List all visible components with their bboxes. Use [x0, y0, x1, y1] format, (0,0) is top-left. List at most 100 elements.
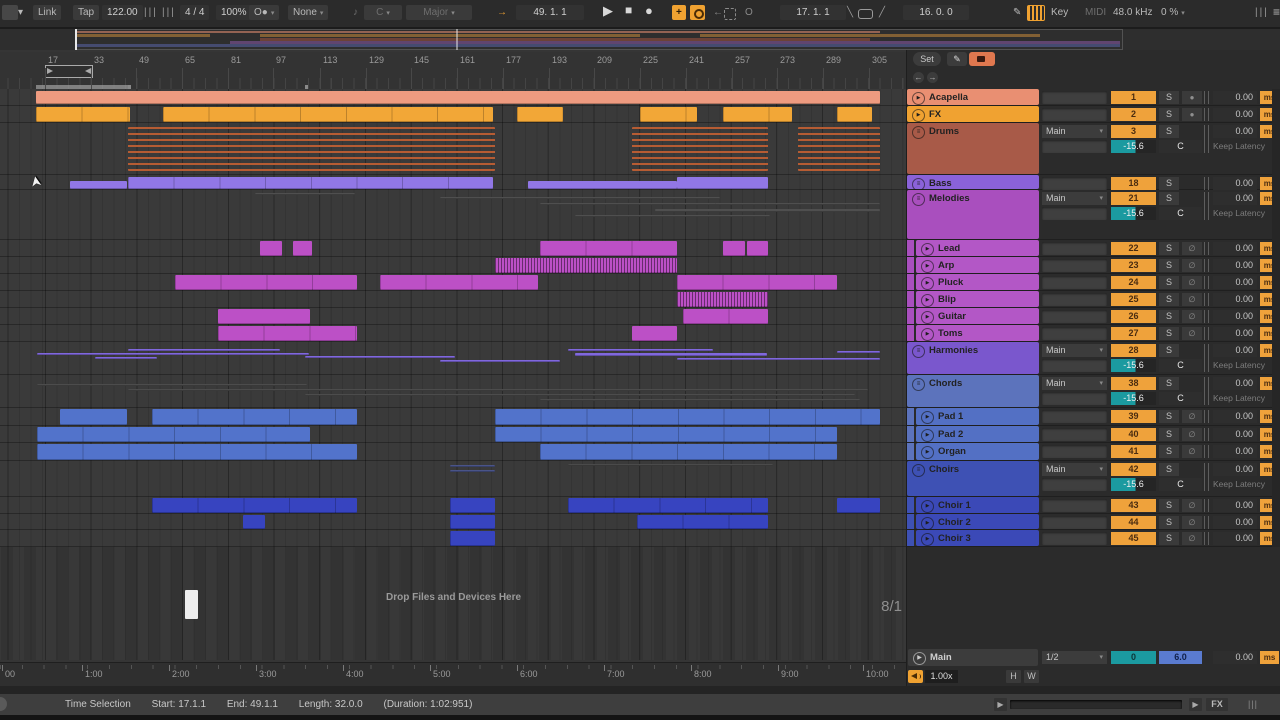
- metronome-button[interactable]: O●▾: [249, 5, 279, 20]
- group-volume-slider[interactable]: [1042, 140, 1107, 153]
- clip[interactable]: [677, 275, 837, 290]
- play-button[interactable]: ▶: [598, 3, 618, 18]
- warp-speed-field[interactable]: 1.00x: [925, 670, 958, 683]
- clip[interactable]: [450, 470, 495, 472]
- volume-slider[interactable]: [1042, 259, 1107, 272]
- track-play-icon[interactable]: ▶: [921, 328, 934, 341]
- group-volume-slider[interactable]: [1042, 392, 1107, 405]
- clip[interactable]: [218, 309, 310, 324]
- solo-button[interactable]: S: [1159, 428, 1179, 441]
- clip-lane-choirs[interactable]: [0, 461, 906, 497]
- clip[interactable]: [540, 444, 837, 460]
- group-fold-icon[interactable]: ≡: [912, 193, 925, 206]
- volume-slider[interactable]: [1042, 276, 1107, 289]
- output-routing-menu[interactable]: Main▾: [1042, 192, 1107, 205]
- scale-icon[interactable]: ♪: [348, 5, 363, 20]
- solo-button[interactable]: S: [1159, 276, 1179, 289]
- clip[interactable]: [637, 515, 768, 529]
- info-view-toggle[interactable]: [0, 697, 7, 711]
- overview-view-box[interactable]: [75, 29, 1123, 50]
- volume-slider[interactable]: [1042, 428, 1107, 441]
- arm-button[interactable]: ∅: [1182, 532, 1202, 545]
- group-fold-icon[interactable]: ≡: [912, 178, 925, 191]
- overdub-button[interactable]: +: [672, 5, 686, 20]
- solo-button[interactable]: S: [1159, 327, 1179, 340]
- loop-switch-icon[interactable]: [858, 9, 873, 19]
- solo-button[interactable]: S: [1159, 91, 1179, 104]
- track-name-cell[interactable]: ▶Toms: [916, 325, 1039, 341]
- track-play-icon[interactable]: ▶: [921, 411, 934, 424]
- pan-value[interactable]: C: [1159, 478, 1202, 491]
- latency-field[interactable]: 0.00: [1213, 463, 1257, 476]
- loop-length-field[interactable]: 16. 0. 0: [903, 5, 969, 20]
- clip[interactable]: [60, 409, 127, 425]
- undo-arrow-icon[interactable]: ←: [913, 72, 924, 83]
- solo-button[interactable]: S: [1159, 108, 1179, 121]
- clip[interactable]: [36, 91, 880, 104]
- clip[interactable]: [540, 399, 860, 401]
- track-play-icon[interactable]: ▶: [921, 429, 934, 442]
- clip[interactable]: [568, 349, 713, 351]
- clip-lane-melodies[interactable]: [0, 190, 906, 240]
- group-fold-icon[interactable]: ≡: [912, 378, 925, 391]
- punch-out-icon[interactable]: ╱: [874, 5, 890, 20]
- track-name-cell[interactable]: ≡Bass: [907, 175, 1039, 189]
- latency-field[interactable]: 0.00: [1213, 108, 1257, 121]
- clip[interactable]: [175, 275, 357, 290]
- cpu-load-meter[interactable]: 0 %▾: [1156, 5, 1190, 20]
- width-zoom-button[interactable]: W: [1024, 670, 1039, 683]
- clip[interactable]: [632, 127, 768, 171]
- latency-field[interactable]: 0.00: [1213, 91, 1257, 104]
- latency-field[interactable]: 0.00: [1213, 377, 1257, 390]
- clip-lane-pad-1[interactable]: [0, 408, 906, 426]
- track-name-cell[interactable]: ▶FX: [907, 106, 1039, 122]
- clip-lane-fx[interactable]: [0, 106, 906, 123]
- pan-value[interactable]: C: [1159, 359, 1202, 372]
- midi-map-button[interactable]: MIDI: [1080, 5, 1111, 20]
- clip[interactable]: [293, 241, 312, 256]
- clip[interactable]: [640, 107, 697, 122]
- arm-button[interactable]: ●: [1182, 91, 1202, 104]
- clip[interactable]: [517, 107, 563, 122]
- track-name-cell[interactable]: ▶Guitar: [916, 308, 1039, 324]
- volume-value[interactable]: -15.6: [1111, 140, 1156, 153]
- height-zoom-button[interactable]: H: [1006, 670, 1021, 683]
- solo-button[interactable]: S: [1159, 410, 1179, 423]
- follow-button[interactable]: →: [492, 5, 512, 20]
- redo-arrow-icon[interactable]: →: [927, 72, 938, 83]
- clip[interactable]: [528, 181, 677, 189]
- preview-play-icon[interactable]: ▶: [994, 698, 1007, 711]
- clip[interactable]: [152, 409, 357, 425]
- clip[interactable]: [37, 444, 357, 460]
- clip[interactable]: [95, 357, 157, 359]
- nudge-down-icon[interactable]: |||: [142, 5, 160, 20]
- track-play-icon[interactable]: ▶: [912, 92, 925, 105]
- quantize-menu[interactable]: None▾: [288, 5, 328, 20]
- clip-lane-choir-3[interactable]: [0, 530, 906, 547]
- clip-lane-lead[interactable]: [0, 240, 906, 257]
- clip[interactable]: [450, 465, 495, 467]
- solo-button[interactable]: S: [1159, 516, 1179, 529]
- latency-field[interactable]: 0.00: [1213, 445, 1257, 458]
- preview-speaker-icon[interactable]: [908, 670, 923, 683]
- latency-field[interactable]: 0.00: [1213, 344, 1257, 357]
- arm-button[interactable]: ∅: [1182, 499, 1202, 512]
- track-name-cell[interactable]: ▶Pad 1: [916, 408, 1039, 425]
- output-routing-menu[interactable]: Main▾: [1042, 125, 1107, 138]
- solo-button[interactable]: S: [1159, 499, 1179, 512]
- set-button[interactable]: Set: [913, 52, 941, 66]
- arrangement-overview[interactable]: [0, 29, 1280, 52]
- track-name-cell[interactable]: ▶Pad 2: [916, 426, 1039, 442]
- arm-button[interactable]: ∅: [1182, 445, 1202, 458]
- group-volume-slider[interactable]: [1042, 359, 1107, 372]
- cue-volume[interactable]: 0: [1111, 651, 1156, 664]
- track-name-cell[interactable]: ▶Choir 3: [916, 530, 1039, 546]
- latency-field[interactable]: 0.00: [1213, 327, 1257, 340]
- latency-field[interactable]: 0.00: [1213, 499, 1257, 512]
- volume-value[interactable]: -15.6: [1111, 392, 1156, 405]
- clip[interactable]: [37, 384, 307, 386]
- clip-lane-guitar[interactable]: [0, 308, 906, 325]
- clip[interactable]: [450, 515, 495, 529]
- volume-slider[interactable]: [1042, 108, 1107, 121]
- solo-button[interactable]: S: [1159, 463, 1179, 476]
